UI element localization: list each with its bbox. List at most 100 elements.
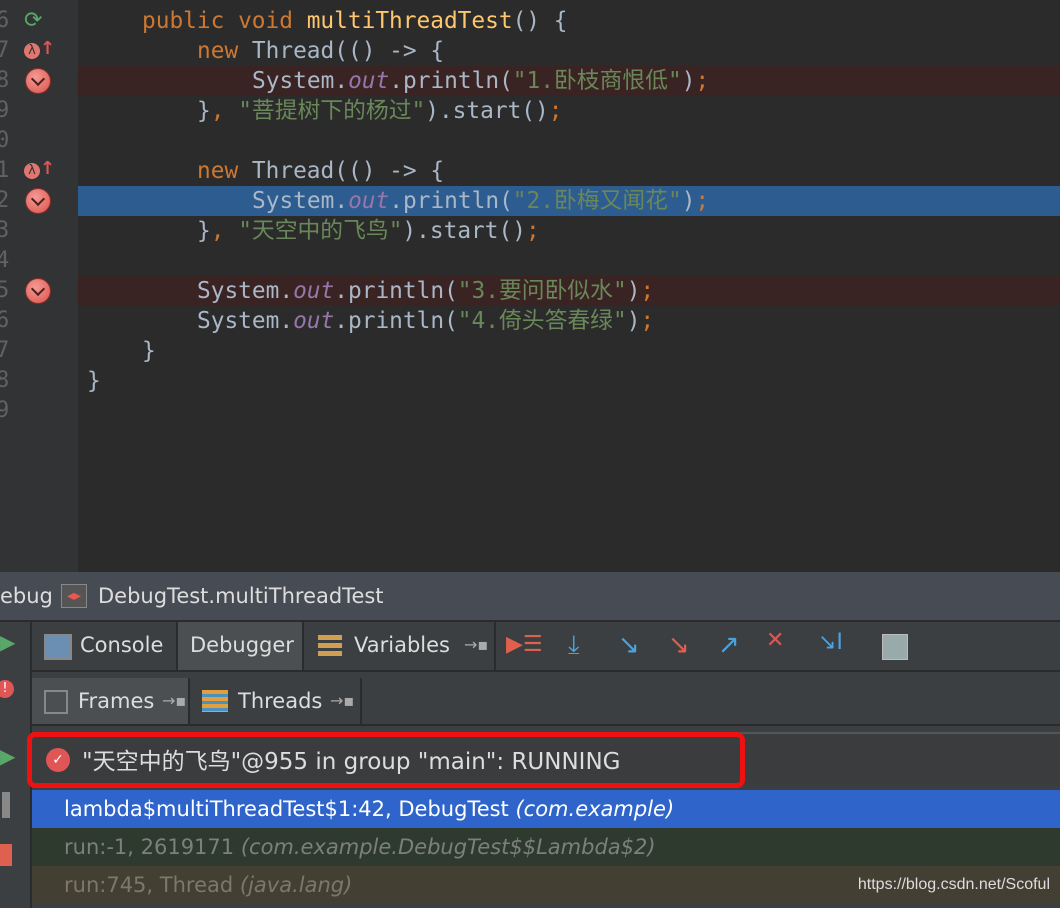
code-token: "3.要问卧似水" <box>457 278 627 304</box>
line-number: 3 <box>0 218 10 243</box>
code-line[interactable] <box>78 246 1060 276</box>
code-token: System. <box>197 278 294 304</box>
code-token: ).start() <box>425 98 549 124</box>
code-token: .println( <box>334 308 458 334</box>
show-execution-point-icon[interactable]: ▶☰ <box>506 632 543 657</box>
stop-icon[interactable] <box>0 844 12 866</box>
tab-console[interactable]: Console <box>32 622 178 670</box>
code-token: , <box>210 98 239 124</box>
debug-config-tab[interactable]: DebugTest.multiThreadTest <box>98 572 384 620</box>
code-line[interactable] <box>78 396 1060 426</box>
code-token: , <box>210 218 239 244</box>
variables-icon <box>318 635 342 657</box>
frame-text: lambda$multiThreadTest$1:42, DebugTest <box>64 797 516 821</box>
line-number: 8 <box>0 68 10 93</box>
code-line[interactable]: System.out.println("3.要问卧似水"); <box>78 276 1060 306</box>
tab-threads-label: Threads <box>238 689 323 713</box>
code-token: ).start() <box>402 218 526 244</box>
line-number: 7 <box>0 38 10 63</box>
evaluate-expression-icon[interactable] <box>882 634 908 660</box>
code-token: } <box>197 218 211 244</box>
code-line[interactable]: System.out.println("4.倚头答春绿"); <box>78 306 1060 336</box>
line-number: 4 <box>0 248 10 273</box>
code-token: } <box>142 338 156 364</box>
tab-variables-label: Variables <box>354 633 450 657</box>
code-token: ; <box>640 308 655 334</box>
step-into-icon[interactable]: ↘ <box>618 630 640 660</box>
code-token: ; <box>548 98 563 124</box>
tab-frames[interactable]: Frames →▪ <box>32 678 190 724</box>
watermark: https://blog.csdn.net/Scoful <box>857 876 1050 893</box>
frame-text: run:745, Thread <box>64 873 240 897</box>
code-token: new <box>197 38 252 64</box>
force-step-into-icon[interactable]: ↘ <box>668 630 690 660</box>
code-token: .println( <box>389 188 513 214</box>
drop-frame-icon[interactable]: ✕ <box>766 628 784 653</box>
console-icon <box>44 634 72 660</box>
line-number: 2 <box>0 188 10 213</box>
code-line[interactable]: new Thread(() -> { <box>78 36 1060 66</box>
line-number: 5 <box>0 278 10 303</box>
step-out-icon[interactable]: ↗ <box>718 630 740 660</box>
frame-row[interactable]: lambda$multiThreadTest$1:42, DebugTest (… <box>32 790 1060 828</box>
code-token: } <box>197 98 211 124</box>
frame-package: (java.lang) <box>239 873 353 897</box>
tab-console-label: Console <box>80 633 164 657</box>
code-token: Thread(() -> { <box>251 38 445 64</box>
code-line[interactable]: } <box>78 336 1060 366</box>
line-number: 0 <box>0 128 10 153</box>
code-token: System. <box>252 68 349 94</box>
step-over-icon[interactable]: ⤓ <box>568 630 580 661</box>
gutter: ⟳ 6 7 λ ↑ 8 9 0 1 λ ↑ 2 3 4 5 6 7 8 9 <box>0 0 78 572</box>
tab-debugger[interactable]: Debugger <box>178 622 304 670</box>
lambda-breakpoint-icon[interactable]: λ ↑ <box>24 158 55 179</box>
pin-icon[interactable]: →▪ <box>464 622 488 668</box>
code-token: ) <box>626 278 641 304</box>
run-icon[interactable]: ⟳ <box>24 8 42 33</box>
tab-variables[interactable]: Variables →▪ <box>304 622 496 670</box>
code-token: out <box>293 308 335 334</box>
code-line[interactable]: new Thread(() -> { <box>78 156 1060 186</box>
debug-panel: ebug ◂▸ DebugTest.multiThreadTest ▶ ! ▶ … <box>0 572 1060 908</box>
tab-threads[interactable]: Threads →▪ <box>190 678 362 724</box>
breakpoint-icon[interactable] <box>26 69 50 93</box>
code-token: "4.倚头答春绿" <box>457 308 627 334</box>
code-line[interactable]: public void multiThreadTest() { <box>78 6 1060 36</box>
code-token: ) <box>626 308 641 334</box>
rerun-icon[interactable]: ▶ <box>0 630 15 654</box>
code-token: .println( <box>334 278 458 304</box>
code-token: ) <box>681 188 696 214</box>
code-token: System. <box>252 188 349 214</box>
lambda-breakpoint-icon[interactable]: λ ↑ <box>24 38 55 59</box>
frame-package: (com.example) <box>515 797 675 821</box>
breakpoint-icon[interactable] <box>26 189 50 213</box>
code-line[interactable]: }, "菩提树下的杨过").start(); <box>78 96 1060 126</box>
frame-row[interactable]: run:-1, 2619171 (com.example.DebugTest$$… <box>32 828 1060 866</box>
code-token: ; <box>525 218 540 244</box>
resume-icon[interactable]: ▶ <box>0 744 15 768</box>
code-token: new <box>197 158 252 184</box>
breakpoint-icon[interactable] <box>26 279 50 303</box>
tab-debugger-label: Debugger <box>190 633 294 657</box>
code-line[interactable]: System.out.println("1.卧枝商恨低"); <box>78 66 1060 96</box>
pin-icon[interactable]: →▪ <box>330 678 354 724</box>
code-token: out <box>348 68 390 94</box>
code-line[interactable]: System.out.println("2.卧梅又闻花"); <box>78 186 1060 216</box>
code-line[interactable] <box>78 126 1060 156</box>
line-number: 6 <box>0 308 10 333</box>
code-token: ; <box>695 188 710 214</box>
code-token: "2.卧梅又闻花" <box>512 188 682 214</box>
debug-config-icon: ◂▸ <box>61 584 87 608</box>
pin-icon[interactable]: →▪ <box>162 678 186 724</box>
error-icon[interactable]: ! <box>0 680 14 698</box>
debug-tabs-toolbar: Console Debugger Variables →▪ ▶☰ ⤓ ↘ ↘ ↗… <box>32 622 1060 672</box>
line-number: 6 <box>0 8 10 33</box>
run-to-cursor-icon[interactable]: ↘I <box>818 630 843 655</box>
code-line[interactable]: } <box>78 366 1060 396</box>
code-line[interactable]: }, "天空中的飞鸟").start(); <box>78 216 1060 246</box>
debug-title: ebug <box>0 584 53 608</box>
code-token: "1.卧枝商恨低" <box>512 68 682 94</box>
code-token: ; <box>695 68 710 94</box>
line-number: 7 <box>0 338 10 363</box>
pause-icon[interactable] <box>2 792 10 818</box>
